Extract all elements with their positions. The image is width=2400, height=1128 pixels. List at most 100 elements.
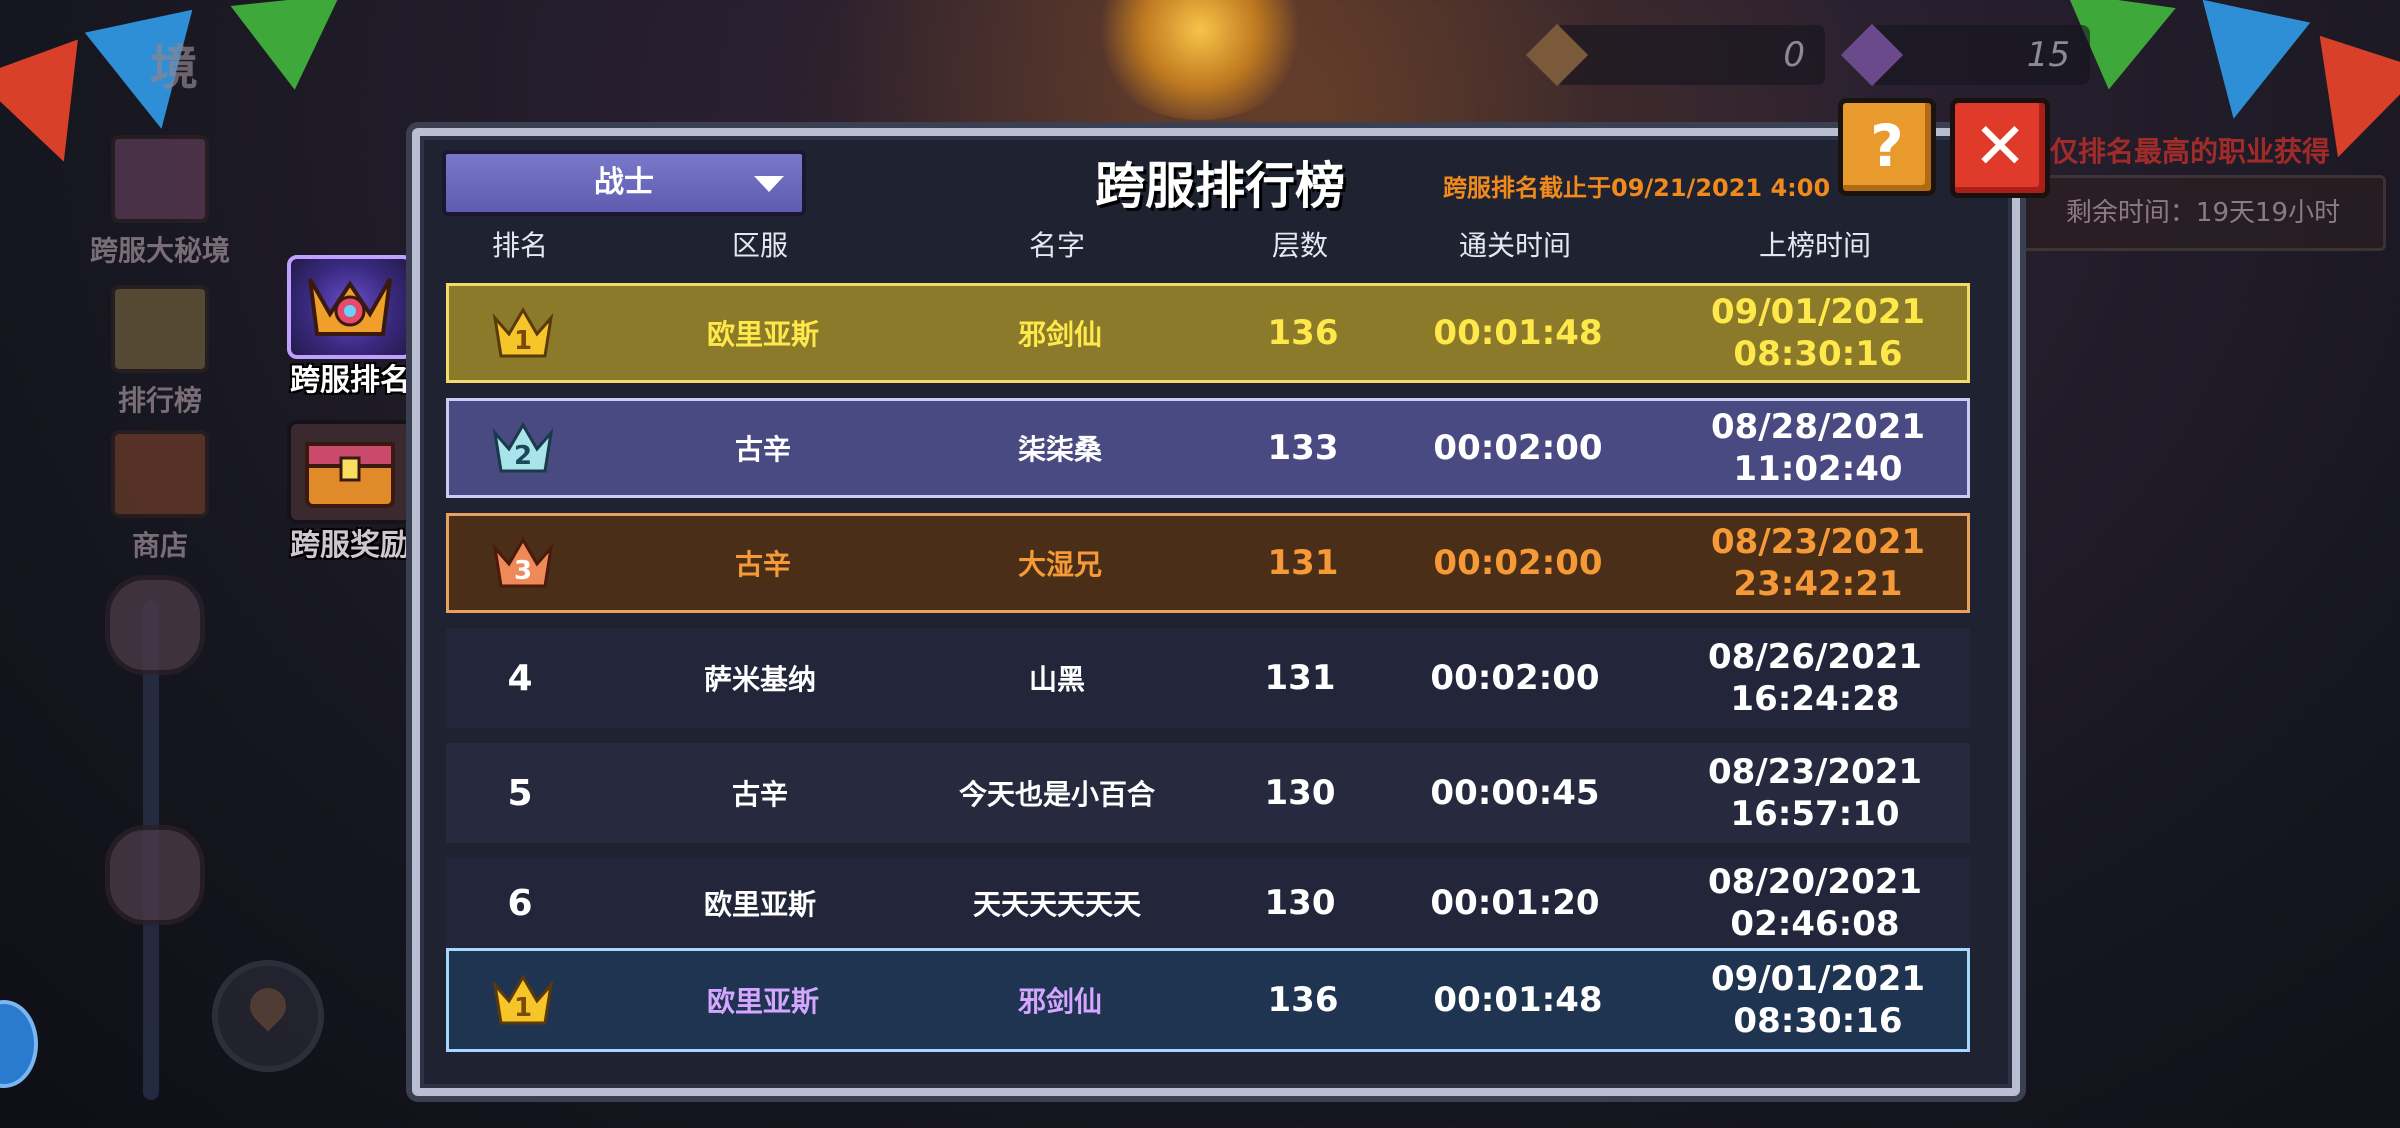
floor-cell: 136	[1267, 313, 1339, 353]
server-cell: 欧里亚斯	[706, 318, 819, 351]
tab-cross-server-ranking[interactable]: 跨服排名	[285, 255, 415, 399]
list-time: 16:57:10	[1730, 794, 1900, 834]
bronze-crown-icon: 3	[491, 534, 555, 592]
rank-number: 1	[513, 326, 533, 356]
list-date: 09/01/2021	[1710, 292, 1926, 332]
list-date: 08/23/2021	[1707, 752, 1923, 792]
bunting-flag	[230, 0, 350, 96]
list-time-cell: 09/01/2021 08:30:16	[1653, 286, 1983, 380]
list-time: 08:30:16	[1733, 1001, 1903, 1041]
rank-cell: 6	[507, 882, 533, 924]
rank-number: 2	[513, 441, 533, 471]
list-date: 09/01/2021	[1710, 959, 1926, 999]
currency-value: 15	[2026, 35, 2070, 75]
header-rank: 排名	[491, 229, 548, 262]
list-time: 23:42:21	[1733, 564, 1903, 604]
list-time: 02:46:08	[1730, 904, 1900, 944]
server-cell: 古辛	[731, 778, 788, 811]
help-button[interactable]: ?	[1838, 98, 1936, 196]
clear-time-cell: 00:02:00	[1433, 428, 1603, 468]
purple-gem-icon	[1840, 23, 1904, 87]
name-cell: 邪剑仙	[1017, 985, 1102, 1018]
list-time-cell: 08/23/2021 16:57:10	[1650, 743, 1980, 843]
list-time: 08:30:16	[1733, 334, 1903, 374]
header-floor: 层数	[1271, 229, 1328, 262]
header-clear-time: 通关时间	[1458, 229, 1571, 262]
map-pin-icon[interactable]	[212, 960, 324, 1072]
server-cell: 古辛	[734, 548, 791, 581]
bunting-flag	[2179, 0, 2311, 131]
floor-cell: 133	[1267, 428, 1339, 468]
skull-icon	[105, 575, 205, 675]
floor-cell: 136	[1267, 980, 1339, 1020]
table-row[interactable]: 5 古辛 今天也是小百合 130 00:00:45 08/23/2021 16:…	[446, 743, 1970, 843]
tab-label: 跨服奖励	[290, 528, 410, 563]
panel-title: 跨服排行榜	[1095, 157, 1345, 215]
name-cell: 柒柒桑	[1017, 433, 1102, 466]
tab-label: 跨服排名	[290, 363, 410, 398]
floor-cell: 130	[1264, 773, 1336, 813]
close-button[interactable]: ✕	[1950, 98, 2050, 198]
table-row[interactable]: 2 古辛 柒柒桑 133 00:02:00 08/28/2021 11:02:4…	[446, 398, 1970, 498]
treasure-chest-icon	[287, 420, 413, 524]
clear-time-cell: 00:01:48	[1433, 980, 1603, 1020]
floor-cell: 131	[1264, 658, 1336, 698]
deadline-text: 跨服排名截止于09/21/2021 4:00	[1443, 174, 1831, 202]
server-cell: 欧里亚斯	[706, 985, 819, 1018]
header-server: 区服	[731, 229, 788, 262]
name-cell: 山黑	[1028, 663, 1085, 696]
nav-label: 跨服大秘境	[89, 234, 230, 267]
class-dropdown[interactable]: 战士	[442, 150, 806, 216]
chevron-down-icon	[754, 176, 784, 192]
list-date: 08/20/2021	[1707, 862, 1923, 902]
floor-cell: 131	[1267, 543, 1339, 583]
blue-orb-button[interactable]	[0, 1000, 38, 1088]
tab-cross-server-rewards[interactable]: 跨服奖励	[285, 420, 415, 564]
background-title: 境	[150, 40, 199, 96]
list-time-cell: 08/28/2021 11:02:40	[1653, 401, 1983, 495]
name-cell: 大湿兄	[1017, 548, 1102, 581]
nav-leaderboard[interactable]: 排行榜	[55, 285, 265, 419]
table-row[interactable]: 6 欧里亚斯 天天天天天天 130 00:01:20 08/20/2021 02…	[446, 858, 1970, 948]
header-list-time: 上榜时间	[1758, 229, 1871, 262]
clear-time-cell: 00:01:20	[1430, 883, 1600, 923]
list-time: 11:02:40	[1733, 449, 1903, 489]
gold-crown-icon: 1	[491, 971, 555, 1029]
list-time-cell: 09/01/2021 08:30:16	[1653, 951, 1983, 1049]
table-row[interactable]: 3 古辛 大湿兄 131 00:02:00 08/23/2021 23:42:2…	[446, 513, 1970, 613]
remaining-time: 剩余时间：19天19小时	[2020, 175, 2386, 251]
nav-label: 排行榜	[117, 384, 202, 417]
rank-cell: 5	[507, 772, 533, 814]
silver-crown-icon: 2	[491, 419, 555, 477]
list-time-cell: 08/23/2021 23:42:21	[1653, 516, 1983, 610]
list-date: 08/28/2021	[1710, 407, 1926, 447]
trophy-icon	[111, 285, 209, 373]
currency-purple: 15	[1840, 23, 2090, 87]
clear-time-cell: 00:00:45	[1430, 773, 1600, 813]
nav-shop[interactable]: 商店	[55, 430, 265, 564]
table-row[interactable]: 1 欧里亚斯 邪剑仙 136 00:01:48 09/01/2021 08:30…	[446, 283, 1970, 383]
name-cell: 今天也是小百合	[958, 778, 1155, 811]
currency-orange: 0	[1525, 23, 1825, 87]
reward-tip: 仅排名最高的职业获得	[2050, 135, 2331, 168]
currency-value: 0	[1783, 35, 1805, 75]
rank-number: 3	[513, 556, 533, 586]
list-time-cell: 08/26/2021 16:24:28	[1650, 628, 1980, 728]
list-time-cell: 08/20/2021 02:46:08	[1650, 858, 1980, 948]
server-cell: 欧里亚斯	[703, 888, 816, 921]
rank-cell: 1	[461, 286, 585, 380]
list-date: 08/26/2021	[1707, 637, 1923, 677]
shop-icon	[111, 430, 209, 518]
gold-crown-icon: 1	[491, 304, 555, 362]
nav-label: 商店	[131, 529, 188, 562]
clear-time-cell: 00:01:48	[1433, 313, 1603, 353]
clear-time-cell: 00:02:00	[1430, 658, 1600, 698]
rank-cell: 1	[461, 951, 585, 1049]
nav-cross-server-dungeon[interactable]: 跨服大秘境	[55, 135, 265, 269]
skull-icon	[105, 825, 205, 925]
server-cell: 古辛	[734, 433, 791, 466]
ranking-emblem-icon	[287, 255, 413, 359]
server-cell: 萨米基纳	[703, 663, 816, 696]
table-row[interactable]: 4 萨米基纳 山黑 131 00:02:00 08/26/2021 16:24:…	[446, 628, 1970, 728]
name-cell: 天天天天天天	[972, 888, 1141, 921]
